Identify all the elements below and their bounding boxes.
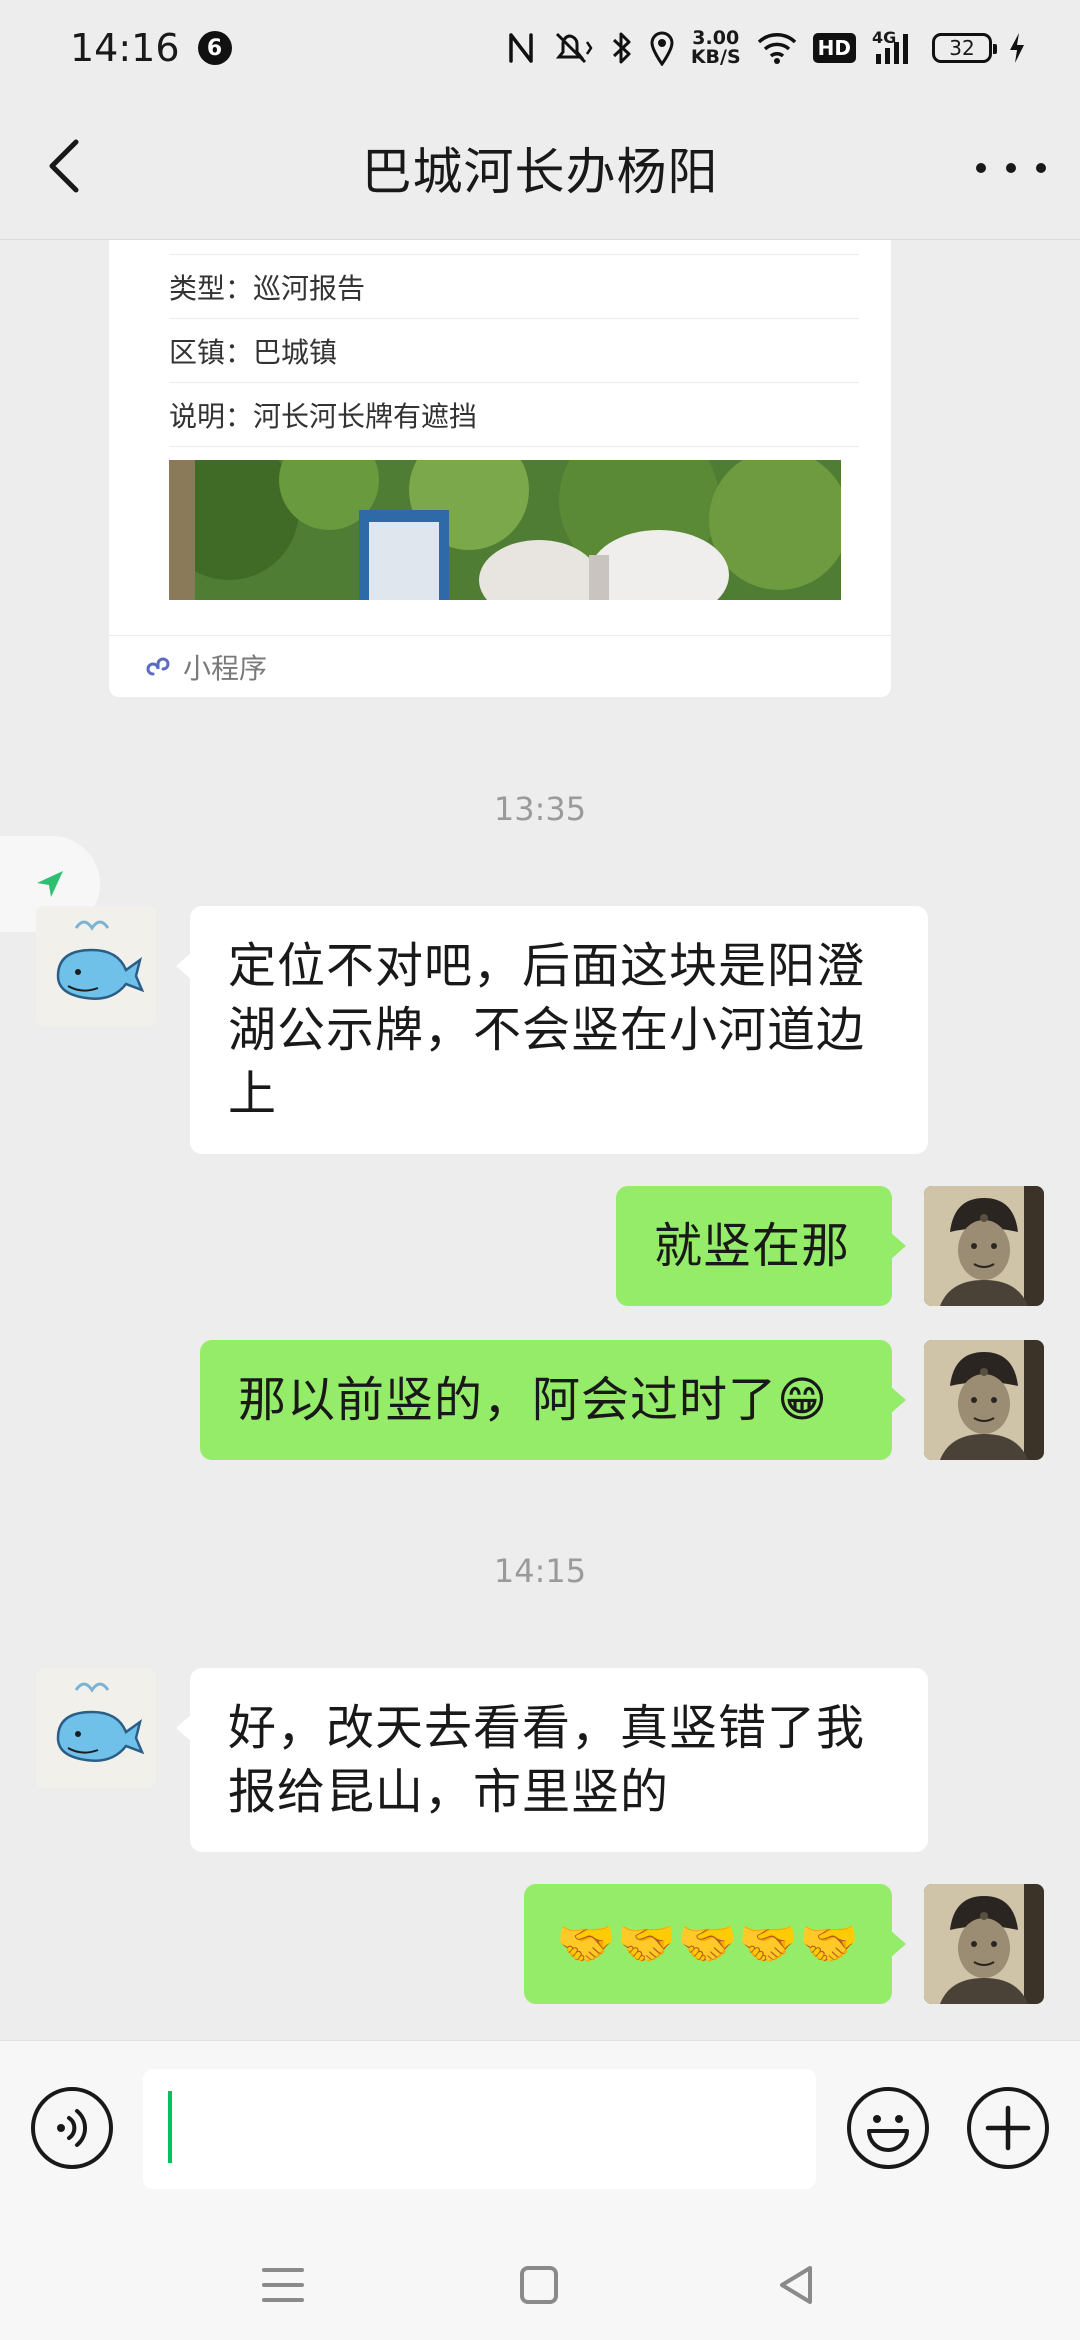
charging-icon — [1010, 33, 1024, 63]
voice-button[interactable] — [31, 2087, 113, 2169]
message-text: 🤝🤝🤝🤝🤝 — [556, 1916, 860, 1972]
outgoing-message-bubble[interactable]: 就竖在那 — [616, 1186, 906, 1306]
chat-title: 巴城河长办杨阳 — [361, 142, 719, 201]
home-square-icon — [520, 2266, 558, 2304]
soldier-avatar-image — [924, 1884, 1044, 2004]
menu-lines-icon — [262, 2268, 304, 2302]
signal-bars-icon — [876, 34, 908, 64]
soldier-avatar-image — [924, 1186, 1044, 1306]
status-left: 14:16 6 — [70, 26, 232, 70]
recent-apps-button[interactable] — [258, 2260, 308, 2310]
net-speed-unit: KB/S — [690, 46, 741, 68]
plus-icon — [985, 2105, 1031, 2151]
status-bar: 14:16 6 3.00 KB/S HD 4G 32 — [0, 0, 1080, 96]
more-dots-icon — [976, 163, 1046, 173]
status-time: 14:16 — [70, 26, 180, 70]
card-photo — [169, 460, 841, 600]
chat-message-list[interactable]: 类型：巡河报告 区镇：巴城镇 说明：河长河长牌有遮挡 小程序 13:35 定位不… — [0, 240, 1080, 2040]
message-input-bar — [0, 2040, 1080, 2220]
card-divider — [169, 446, 859, 447]
message-text-input[interactable] — [143, 2069, 816, 2189]
location-pin-icon — [650, 31, 674, 66]
timestamp: 13:35 — [493, 790, 587, 828]
chevron-left-icon — [49, 139, 79, 193]
text-cursor — [168, 2091, 172, 2163]
incoming-message-bubble[interactable]: 好，改天去看看，真竖错了我报给昆山，市里竖的 — [176, 1668, 928, 1852]
more-button[interactable] — [976, 148, 1046, 188]
nfc-icon — [509, 33, 533, 63]
message-text: 那以前竖的，阿会过时了😁 — [238, 1372, 829, 1428]
plus-button[interactable] — [967, 2087, 1049, 2169]
mini-program-label: 小程序 — [183, 651, 268, 685]
soldier-avatar-image — [924, 1340, 1044, 1460]
emoji-icon — [867, 2115, 909, 2152]
cellular-signal: 4G — [872, 28, 916, 66]
soldier-avatar[interactable] — [924, 1186, 1044, 1306]
card-row-type: 类型：巡河报告 — [169, 254, 859, 318]
whale-avatar-image — [36, 1668, 156, 1788]
card-row-district: 区镇：巴城镇 — [169, 318, 859, 382]
battery-indicator: 32 — [932, 33, 997, 63]
whale-avatar[interactable] — [36, 906, 156, 1026]
hd-badge: HD — [812, 33, 856, 63]
status-icons: 3.00 KB/S HD 4G 32 — [507, 28, 1026, 67]
net-speed: 3.00 KB/S — [691, 29, 741, 67]
whale-avatar[interactable] — [36, 1668, 156, 1788]
back-nav-button[interactable] — [772, 2260, 822, 2310]
outgoing-message-bubble[interactable]: 🤝🤝🤝🤝🤝 — [524, 1884, 906, 2004]
bluetooth-icon — [612, 32, 631, 64]
back-button[interactable] — [40, 136, 90, 196]
emoji-button[interactable] — [847, 2087, 929, 2169]
incoming-message-bubble[interactable]: 定位不对吧，后面这块是阳澄湖公示牌，不会竖在小河道边上 — [176, 906, 928, 1154]
message-text: 定位不对吧，后面这块是阳澄湖公示牌，不会竖在小河道边上 — [228, 938, 866, 1122]
chat-header: 巴城河长办杨阳 — [0, 96, 1080, 240]
timestamp: 14:15 — [493, 1552, 587, 1590]
wifi-icon — [757, 33, 796, 64]
home-button[interactable] — [514, 2260, 564, 2310]
outgoing-message-bubble[interactable]: 那以前竖的，阿会过时了😁 — [200, 1340, 906, 1460]
mini-program-icon — [146, 657, 170, 675]
mute-icon — [555, 32, 593, 64]
system-navigation-bar — [0, 2220, 1080, 2340]
triangle-back-icon — [780, 2266, 812, 2304]
soldier-avatar[interactable] — [924, 1884, 1044, 2004]
location-arrow-icon — [37, 871, 63, 897]
notification-count-badge: 6 — [197, 31, 232, 65]
whale-avatar-image — [36, 906, 156, 1026]
river-sign-photo — [169, 460, 841, 600]
message-text: 就竖在那 — [654, 1218, 851, 1274]
voice-icon — [57, 2109, 88, 2147]
mini-program-card[interactable]: 类型：巡河报告 区镇：巴城镇 说明：河长河长牌有遮挡 小程序 — [109, 240, 891, 697]
card-row-description: 说明：河长河长牌有遮挡 — [169, 382, 859, 446]
soldier-avatar[interactable] — [924, 1340, 1044, 1460]
battery-level: 32 — [949, 36, 975, 60]
message-text: 好，改天去看看，真竖错了我报给昆山，市里竖的 — [228, 1700, 866, 1820]
mini-program-footer: 小程序 — [109, 635, 891, 697]
